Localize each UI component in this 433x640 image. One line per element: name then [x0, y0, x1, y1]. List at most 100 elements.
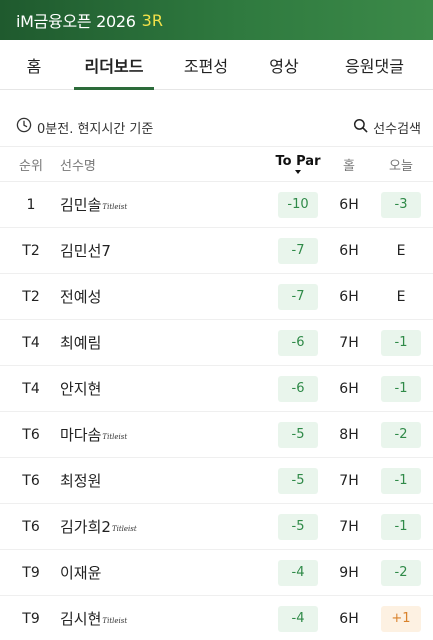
today-cell: E — [375, 238, 427, 264]
player-name-cell: 김시현 Titleist — [60, 608, 127, 629]
to-par-score: -5 — [278, 421, 318, 448]
tab-leaderboard[interactable]: 리더보드 — [68, 40, 160, 90]
table-header: 순위 선수명 To Par 홀 오늘 — [0, 146, 433, 182]
sort-desc-icon — [295, 170, 301, 174]
player-rank: T2 — [22, 288, 40, 305]
player-name-cell: 최정원 — [60, 470, 101, 491]
player-name: 최정원 — [60, 472, 102, 490]
player-rank: T4 — [22, 334, 40, 351]
col-today: 오늘 — [389, 158, 413, 174]
player-rank: T9 — [22, 564, 40, 581]
table-row[interactable]: T4 최예림 -6 7H -1 — [0, 320, 433, 366]
table-row[interactable]: T9 김시현 Titleist -4 6H +1 — [0, 596, 433, 640]
today-score: E — [396, 242, 406, 259]
round-label: 3R — [141, 10, 163, 30]
to-par-cell: -5 — [272, 513, 324, 540]
table-row[interactable]: 1 김민솔 Titleist -10 6H -3 — [0, 182, 433, 228]
to-par-cell: -5 — [272, 467, 324, 494]
table-row[interactable]: T6 마다솜 Titleist -5 8H -2 — [0, 412, 433, 458]
player-name-cell: 김민솔 Titleist — [60, 194, 127, 215]
holes-played: 8H — [339, 426, 359, 443]
sponsor-logo: Titleist — [102, 432, 128, 441]
tab-home[interactable]: 홈 — [0, 40, 68, 90]
holes-played: 6H — [339, 288, 359, 305]
to-par-score: -10 — [278, 191, 318, 218]
today-cell: E — [375, 284, 427, 310]
player-name: 전예성 — [60, 288, 102, 306]
holes-played: 7H — [339, 518, 359, 535]
clock-icon — [16, 117, 37, 137]
player-rank: T4 — [22, 380, 40, 397]
to-par-score: -6 — [278, 329, 318, 356]
today-score: -2 — [381, 421, 421, 448]
table-row[interactable]: T4 안지현 -6 6H -1 — [0, 366, 433, 412]
today-cell: -1 — [375, 467, 427, 494]
player-name: 안지현 — [60, 380, 102, 398]
today-cell: -3 — [375, 191, 427, 218]
player-name: 최예림 — [60, 334, 102, 352]
player-name-cell: 전예성 — [60, 286, 101, 307]
app-header: iM금융오픈 2026 3R — [0, 0, 433, 40]
today-score: -3 — [381, 191, 421, 218]
player-name-cell: 안지현 — [60, 378, 101, 399]
search-icon — [353, 118, 373, 137]
holes-played: 7H — [339, 334, 359, 351]
table-row[interactable]: T2 전예성 -7 6H E — [0, 274, 433, 320]
col-to-par[interactable]: To Par — [272, 154, 324, 174]
holes-played: 6H — [339, 242, 359, 259]
tab-comments[interactable]: 응원댓글 — [316, 40, 433, 90]
player-rank: T2 — [22, 242, 40, 259]
to-par-cell: -6 — [272, 375, 324, 402]
to-par-score: -6 — [278, 375, 318, 402]
player-name-cell: 마다솜 Titleist — [60, 424, 127, 445]
table-row[interactable]: T2 김민선7 -7 6H E — [0, 228, 433, 274]
today-score: E — [396, 288, 406, 305]
player-search-button[interactable]: 선수검색 — [353, 118, 421, 137]
sponsor-logo: Titleist — [102, 616, 128, 625]
holes-played: 6H — [339, 610, 359, 627]
today-cell: +1 — [375, 605, 427, 632]
update-time-text: 0분전. 현지시간 기준 — [37, 121, 154, 137]
player-name-cell: 이재윤 — [60, 562, 101, 583]
to-par-cell: -4 — [272, 605, 324, 632]
to-par-cell: -7 — [272, 237, 324, 264]
today-score: -1 — [381, 513, 421, 540]
sponsor-logo: Titleist — [111, 524, 137, 533]
to-par-cell: -7 — [272, 283, 324, 310]
table-row[interactable]: T6 최정원 -5 7H -1 — [0, 458, 433, 504]
player-name-cell: 김민선7 — [60, 240, 111, 261]
player-name: 마다솜 — [60, 426, 102, 444]
col-rank: 순위 — [19, 158, 43, 174]
player-rank: T6 — [22, 518, 40, 535]
player-rank: T9 — [22, 610, 40, 627]
sponsor-logo: Titleist — [102, 202, 128, 211]
holes-played: 9H — [339, 564, 359, 581]
tab-pairings[interactable]: 조편성 — [160, 40, 252, 90]
player-name: 김가희2 — [60, 518, 111, 536]
player-name: 김민솔 — [60, 196, 102, 214]
to-par-cell: -4 — [272, 559, 324, 586]
to-par-cell: -10 — [272, 191, 324, 218]
search-label: 선수검색 — [373, 121, 421, 137]
holes-played: 6H — [339, 380, 359, 397]
today-score: +1 — [381, 605, 421, 632]
tab-video[interactable]: 영상 — [252, 40, 316, 90]
today-score: -1 — [381, 329, 421, 356]
to-par-score: -5 — [278, 513, 318, 540]
col-hole: 홀 — [343, 158, 355, 174]
player-name-cell: 김가희2 Titleist — [60, 516, 137, 537]
today-cell: -1 — [375, 375, 427, 402]
player-name: 이재윤 — [60, 564, 102, 582]
to-par-score: -5 — [278, 467, 318, 494]
player-rank: 1 — [26, 196, 36, 213]
holes-played: 6H — [339, 196, 359, 213]
to-par-cell: -5 — [272, 421, 324, 448]
to-par-cell: -6 — [272, 329, 324, 356]
table-row[interactable]: T9 이재윤 -4 9H -2 — [0, 550, 433, 596]
table-row[interactable]: T6 김가희2 Titleist -5 7H -1 — [0, 504, 433, 550]
player-name: 김시현 — [60, 610, 102, 628]
leaderboard-meta: 0분전. 현지시간 기준 선수검색 — [0, 108, 433, 146]
today-cell: -1 — [375, 513, 427, 540]
today-score: -1 — [381, 375, 421, 402]
update-status: 0분전. 현지시간 기준 — [16, 117, 153, 137]
